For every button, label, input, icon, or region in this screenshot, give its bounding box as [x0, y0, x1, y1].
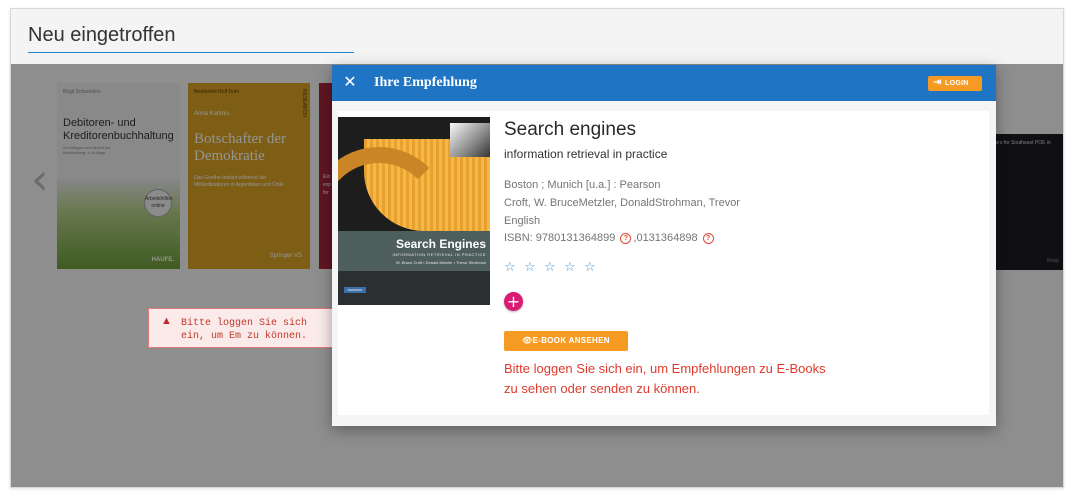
isbn-secondary: ,0131364898: [633, 232, 698, 244]
question-circle-icon[interactable]: ?: [702, 233, 714, 244]
star-outline-icon[interactable]: ☆: [564, 260, 584, 275]
cover-title: Search Engines: [395, 237, 486, 251]
modal-body: Search Engines INFORMATION RETRIEVAL IN …: [338, 111, 989, 415]
alert-text: Bitte loggen Sie sich ein, um Em zu könn…: [181, 318, 308, 342]
book-title: Search engines: [504, 119, 637, 140]
star-outline-icon[interactable]: ☆: [524, 260, 544, 275]
star-outline-icon[interactable]: ☆: [504, 260, 524, 275]
recommendation-modal: ✕ Ihre Empfehlung ⇥ LOGIN Search Engines…: [332, 65, 996, 426]
page-frame: Neu eingetroffen Birgit Schneiders Debit…: [10, 8, 1064, 488]
close-icon[interactable]: ✕: [341, 73, 359, 91]
book-cover: Search Engines INFORMATION RETRIEVAL IN …: [338, 117, 490, 305]
login-label: LOGIN: [945, 80, 969, 87]
star-outline-icon[interactable]: ☆: [544, 260, 564, 275]
publisher-logo: PEARSON: [344, 287, 366, 293]
eye-icon: 👁: [522, 336, 533, 345]
question-circle-icon[interactable]: ?: [620, 233, 632, 244]
cover-photo: [450, 123, 490, 157]
warning-icon: ▲: [161, 315, 172, 327]
book-subtitle: information retrieval in practice: [504, 147, 668, 161]
login-icon: ⇥: [933, 77, 942, 88]
login-alert: ▲ Bitte loggen Sie sich ein, um Em zu kö…: [148, 308, 339, 348]
modal-title: Ihre Empfehlung: [374, 75, 477, 90]
login-warning: Bitte loggen Sie sich ein, um Empfehlung…: [504, 361, 826, 396]
star-outline-icon[interactable]: ☆: [584, 260, 604, 275]
ebook-label: E-BOOK ANSEHEN: [532, 336, 610, 345]
chevron-left-icon[interactable]: ‹: [31, 154, 49, 205]
login-button[interactable]: ⇥ LOGIN: [928, 76, 982, 91]
star-rating[interactable]: ☆ ☆ ☆ ☆ ☆: [504, 258, 604, 276]
add-button[interactable]: +: [504, 292, 523, 311]
cover-authors: W. Bruce Croft • Donald Metzler • Trevor…: [396, 260, 486, 265]
ebook-view-button[interactable]: 👁E-BOOK ANSEHEN: [504, 331, 628, 351]
book-language: English: [504, 215, 541, 227]
book-publisher: Boston ; Munich [u.a.] : Pearson: [504, 179, 661, 191]
book-authors: Croft, W. BruceMetzler, DonaldStrohman, …: [504, 197, 740, 209]
book-isbn: ISBN: 9780131364899 ? ,0131364898 ?: [504, 232, 716, 244]
isbn-primary: ISBN: 9780131364899: [504, 232, 616, 244]
modal-header: ✕ Ihre Empfehlung ⇥ LOGIN: [332, 65, 996, 101]
section-title: Neu eingetroffen: [28, 24, 176, 46]
title-underline: [28, 52, 354, 53]
cover-subtitle: INFORMATION RETRIEVAL IN PRACTICE: [392, 252, 486, 257]
